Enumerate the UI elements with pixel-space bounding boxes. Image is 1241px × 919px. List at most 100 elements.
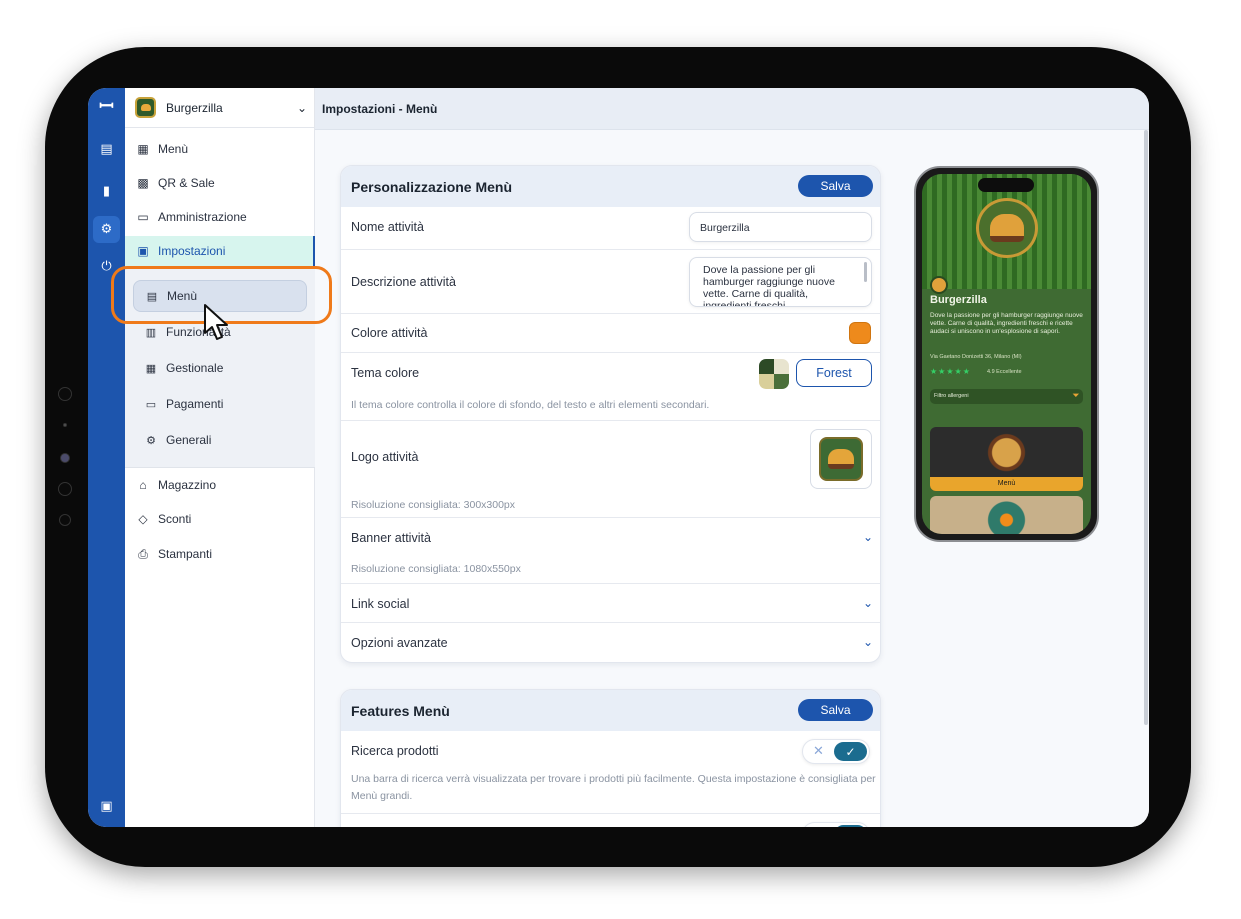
sidebar-item-administration[interactable]: ▭ Amministrazione (125, 202, 315, 232)
row-social-links[interactable]: Link social ⌄ (341, 583, 880, 622)
save-button[interactable]: Salva (798, 175, 873, 197)
feature-toggle[interactable]: ✕ ✓ (802, 822, 870, 827)
theme-preview-tile (759, 359, 789, 389)
receipt-icon[interactable]: ▤ (93, 136, 120, 163)
row-business-logo: Logo attività Risoluzione consigliata: 3… (341, 420, 880, 517)
chart-icon[interactable]: ▮ (93, 178, 120, 205)
product-search-hint: Una barra di ricerca verrà visualizzata … (351, 773, 876, 802)
sidebar-item-label: Sconti (158, 512, 192, 526)
settings-icon[interactable]: ⚙ (93, 216, 120, 243)
row-business-name: Nome attività Burgerzilla (341, 207, 880, 249)
tag-icon: ◇ (138, 512, 148, 526)
sidebar-item-label: Impostazioni (158, 244, 226, 258)
logo-upload[interactable] (810, 429, 872, 489)
card-header: Personalizzazione Menù Salva (341, 166, 880, 207)
preview-category-card[interactable] (930, 496, 1083, 534)
business-logo-image (819, 437, 863, 481)
personalization-card: Personalizzazione Menù Salva Nome attivi… (340, 165, 881, 663)
tablet-sensor (59, 514, 71, 526)
chevron-down-icon[interactable]: ⌄ (863, 530, 873, 544)
card-icon: ▭ (145, 398, 157, 411)
chevron-down-icon[interactable]: ⌄ (863, 596, 873, 610)
color-theme-label: Tema colore (351, 366, 420, 380)
subnav-item-management[interactable]: ▦ Gestionale (133, 352, 307, 384)
business-color-label: Colore attività (351, 326, 428, 340)
brand-selector[interactable]: Burgerzilla ⌄ (125, 88, 315, 128)
tablet-camera (60, 453, 70, 463)
row-product-search: Ricerca prodotti ✕ ✓ Una barra di ricerc… (341, 731, 880, 813)
rating-stars-icon: ★★★★★ (930, 367, 971, 376)
printer-icon: ⎙ (138, 546, 148, 561)
subnav-item-label: Generali (166, 433, 212, 447)
menu-preview-phone: Burgerzilla Dove la passione per gli ham… (914, 166, 1099, 542)
social-links-label: Link social (351, 597, 410, 611)
preview-logo-image (976, 198, 1038, 258)
sidebar: Burgerzilla ⌄ ▦ Menù ▩ QR & Sale ▭ Ammin… (125, 88, 315, 827)
brand-name: Burgerzilla (166, 100, 223, 115)
sidebar-item-label: QR & Sale (158, 176, 215, 190)
subnav-item-payments[interactable]: ▭ Pagamenti (133, 388, 307, 420)
card-header: Features Menù Salva (341, 690, 880, 731)
sidebar-item-printers[interactable]: ⎙ Stampanti (125, 539, 315, 569)
logo-icon[interactable]: ꟷ (93, 92, 120, 119)
icon-rail: ꟷ ▤ ▮ ⚙ ⏻ ▣ (88, 88, 125, 827)
stage: ꟷ ▤ ▮ ⚙ ⏻ ▣ Burgerzilla ⌄ ▦ Menù ▩ QR & … (0, 0, 1241, 919)
logo-resolution-hint: Risoluzione consigliata: 300x300px (351, 499, 516, 511)
sidebar-item-label: Stampanti (158, 547, 213, 561)
business-name-input[interactable]: Burgerzilla (689, 212, 872, 242)
business-logo-label: Logo attività (351, 450, 419, 464)
check-icon: ✓ (834, 742, 867, 761)
row-next-feature: ✕ ✓ (341, 813, 880, 827)
subnav-item-label: Pagamenti (166, 397, 224, 411)
mouse-cursor-icon (204, 304, 228, 340)
business-banner-label: Banner attività (351, 531, 431, 545)
color-theme-hint: Il tema colore controlla il colore di sf… (351, 399, 710, 411)
product-search-toggle[interactable]: ✕ ✓ (802, 739, 870, 764)
textarea-scrollbar[interactable] (864, 262, 867, 282)
sidebar-item-discounts[interactable]: ◇ Sconti (125, 504, 315, 534)
sidebar-item-label: Menù (158, 142, 189, 156)
chevron-down-icon: ⌄ (296, 101, 307, 115)
page-header: Impostazioni - Menù (315, 88, 1149, 130)
sidebar-item-label: Magazzino (158, 478, 217, 492)
main-scrollbar[interactable] (1144, 130, 1148, 725)
theme-select-button[interactable]: Forest (796, 359, 872, 387)
business-description-textarea[interactable]: Dove la passione per gli hamburger raggi… (689, 257, 872, 307)
app-screen: ꟷ ▤ ▮ ⚙ ⏻ ▣ Burgerzilla ⌄ ▦ Menù ▩ QR & … (88, 88, 1149, 827)
phone-screen: Burgerzilla Dove la passione per gli ham… (922, 174, 1091, 534)
features-icon: ▥ (145, 326, 157, 339)
business-name-label: Nome attività (351, 220, 424, 234)
phone-notch (978, 178, 1034, 192)
sidebar-item-settings[interactable]: ▣ Impostazioni (125, 236, 315, 266)
preview-rating: 4.9 Eccellente (987, 369, 1022, 375)
allergen-filter-label: Filtro allergeni (934, 393, 969, 399)
business-name-value: Burgerzilla (700, 222, 750, 234)
row-advanced-options[interactable]: Opzioni avanzate ⌄ (341, 622, 880, 662)
row-business-description: Descrizione attività Dove la passione pe… (341, 249, 880, 313)
gear-icon: ⚙ (146, 434, 156, 447)
qr-icon: ▩ (137, 176, 149, 190)
allergen-filter[interactable]: Filtro allergeni ⏷ (930, 389, 1083, 404)
save-button[interactable]: Salva (798, 699, 873, 721)
monitor-icon[interactable]: ▣ (93, 793, 120, 820)
preview-category-card[interactable]: Menù (930, 427, 1083, 491)
color-swatch[interactable] (849, 322, 871, 344)
advanced-options-label: Opzioni avanzate (351, 636, 448, 650)
sidebar-item-qr[interactable]: ▩ QR & Sale (125, 168, 315, 198)
page-title: Impostazioni - Menù (322, 101, 438, 116)
preview-title: Burgerzilla (930, 294, 987, 306)
subnav-item-general[interactable]: ⚙ Generali (133, 424, 307, 456)
sidebar-item-label: Amministrazione (158, 210, 247, 224)
row-business-banner[interactable]: Banner attività ⌄ Risoluzione consigliat… (341, 517, 880, 583)
sidebar-item-menu[interactable]: ▦ Menù (125, 134, 315, 164)
sidebar-item-warehouse[interactable]: ⌂ Magazzino (125, 470, 315, 500)
banner-resolution-hint: Risoluzione consigliata: 1080x550px (351, 563, 521, 575)
subnav-item-label: Gestionale (166, 361, 224, 375)
row-business-color: Colore attività (341, 313, 880, 352)
check-icon: ✓ (834, 825, 867, 827)
chevron-down-icon[interactable]: ⌄ (863, 635, 873, 649)
preview-description: Dove la passione per gli hamburger raggi… (930, 312, 1083, 335)
product-search-label: Ricerca prodotti (351, 744, 439, 758)
settings-store-icon: ▣ (137, 244, 149, 258)
warehouse-icon: ⌂ (139, 478, 147, 492)
